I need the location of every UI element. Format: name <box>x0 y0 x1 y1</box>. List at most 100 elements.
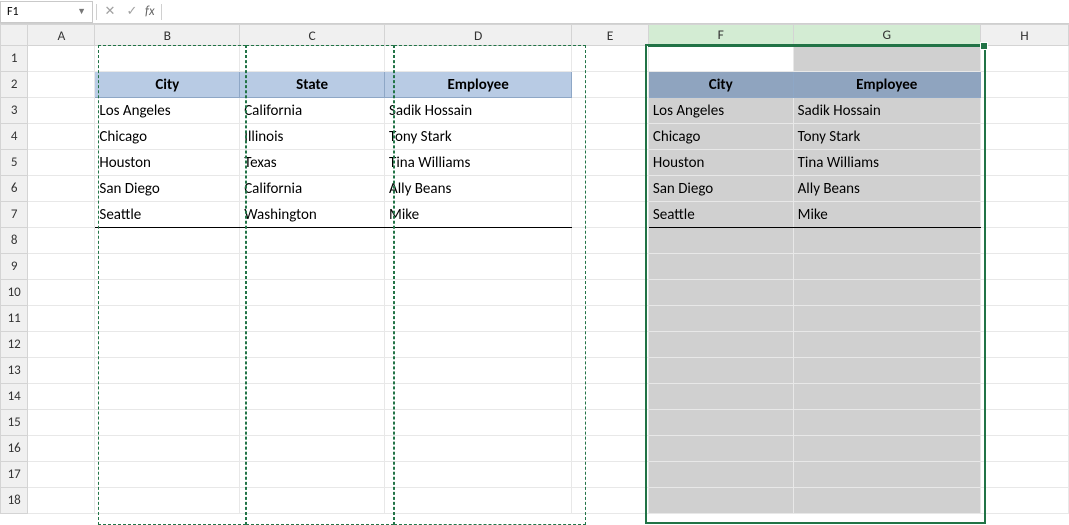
cell[interactable] <box>240 46 385 72</box>
cell[interactable]: Seattle <box>648 202 793 228</box>
cell[interactable] <box>28 176 95 202</box>
cell[interactable] <box>385 280 572 306</box>
cell[interactable] <box>980 254 1068 280</box>
cell[interactable] <box>240 384 385 410</box>
cell[interactable]: Tony Stark <box>793 124 980 150</box>
table1-header-city[interactable]: City <box>95 72 240 98</box>
row-header[interactable]: 12 <box>1 332 28 358</box>
row-header[interactable]: 15 <box>1 410 28 436</box>
cell[interactable] <box>95 46 240 72</box>
row-header[interactable]: 18 <box>1 488 28 514</box>
table1-header-state[interactable]: State <box>240 72 385 98</box>
cell[interactable] <box>793 384 980 410</box>
cell[interactable] <box>572 72 649 98</box>
table2-header-employee[interactable]: Employee <box>793 72 980 98</box>
cell[interactable] <box>980 462 1068 488</box>
cell[interactable] <box>648 436 793 462</box>
cell[interactable] <box>28 124 95 150</box>
col-header-B[interactable]: B <box>95 25 240 46</box>
cell[interactable] <box>95 436 240 462</box>
cell[interactable]: Chicago <box>648 124 793 150</box>
cell[interactable] <box>240 280 385 306</box>
cell[interactable] <box>980 280 1068 306</box>
cell[interactable] <box>28 488 95 514</box>
cell[interactable] <box>793 488 980 514</box>
cell[interactable] <box>648 332 793 358</box>
cell[interactable] <box>648 280 793 306</box>
cell[interactable] <box>980 46 1068 72</box>
cell[interactable] <box>28 306 95 332</box>
cell[interactable]: California <box>240 98 385 124</box>
cell[interactable] <box>385 254 572 280</box>
cell[interactable] <box>572 124 649 150</box>
row-header[interactable]: 14 <box>1 384 28 410</box>
cell[interactable] <box>28 46 95 72</box>
cell[interactable] <box>572 306 649 332</box>
cell[interactable] <box>648 462 793 488</box>
cell[interactable] <box>793 358 980 384</box>
cell[interactable] <box>240 410 385 436</box>
select-all-corner[interactable] <box>1 25 28 46</box>
name-box[interactable]: F1 ▼ <box>0 1 93 23</box>
cell[interactable] <box>385 410 572 436</box>
cell[interactable] <box>572 254 649 280</box>
cell[interactable] <box>28 332 95 358</box>
cell[interactable] <box>95 306 240 332</box>
cell[interactable]: Mike <box>385 202 572 228</box>
cell[interactable] <box>572 384 649 410</box>
cell[interactable]: Ally Beans <box>793 176 980 202</box>
cell[interactable] <box>980 410 1068 436</box>
cell[interactable] <box>980 436 1068 462</box>
cell[interactable] <box>28 202 95 228</box>
cell[interactable] <box>240 358 385 384</box>
cell[interactable] <box>793 436 980 462</box>
cell[interactable]: Chicago <box>95 124 240 150</box>
row-header[interactable]: 9 <box>1 254 28 280</box>
cell[interactable] <box>980 98 1068 124</box>
cell[interactable] <box>793 410 980 436</box>
cell[interactable]: Texas <box>240 150 385 176</box>
cell[interactable] <box>793 46 980 72</box>
cell[interactable]: California <box>240 176 385 202</box>
cell[interactable] <box>28 228 95 254</box>
formula-input[interactable] <box>165 1 1069 23</box>
cell[interactable] <box>95 410 240 436</box>
cell[interactable] <box>648 488 793 514</box>
cell[interactable] <box>385 384 572 410</box>
row-header[interactable]: 10 <box>1 280 28 306</box>
cell[interactable] <box>95 384 240 410</box>
cell[interactable] <box>572 332 649 358</box>
cell[interactable] <box>28 384 95 410</box>
row-header[interactable]: 8 <box>1 228 28 254</box>
cell[interactable] <box>385 462 572 488</box>
row-header[interactable]: 16 <box>1 436 28 462</box>
cell[interactable] <box>572 176 649 202</box>
row-header[interactable]: 7 <box>1 202 28 228</box>
cell[interactable] <box>385 306 572 332</box>
cell[interactable] <box>572 410 649 436</box>
cell[interactable] <box>240 488 385 514</box>
table2-header-city[interactable]: City <box>648 72 793 98</box>
enter-icon[interactable]: ✓ <box>121 1 143 23</box>
row-header[interactable]: 4 <box>1 124 28 150</box>
row-header[interactable]: 17 <box>1 462 28 488</box>
cell[interactable] <box>793 228 980 254</box>
cell[interactable] <box>980 332 1068 358</box>
cell[interactable]: Los Angeles <box>648 98 793 124</box>
cell[interactable] <box>385 332 572 358</box>
cell[interactable]: Tony Stark <box>385 124 572 150</box>
cell[interactable] <box>980 202 1068 228</box>
cell[interactable] <box>572 46 649 72</box>
cell[interactable] <box>572 202 649 228</box>
cell[interactable]: Illinois <box>240 124 385 150</box>
cell[interactable]: Tina Williams <box>793 150 980 176</box>
cell[interactable] <box>980 358 1068 384</box>
cell[interactable] <box>95 488 240 514</box>
cell[interactable] <box>95 332 240 358</box>
row-header[interactable]: 3 <box>1 98 28 124</box>
cell[interactable]: Los Angeles <box>95 98 240 124</box>
active-cell[interactable] <box>648 46 793 72</box>
cell[interactable] <box>793 254 980 280</box>
cell[interactable]: San Diego <box>648 176 793 202</box>
cell[interactable] <box>793 332 980 358</box>
